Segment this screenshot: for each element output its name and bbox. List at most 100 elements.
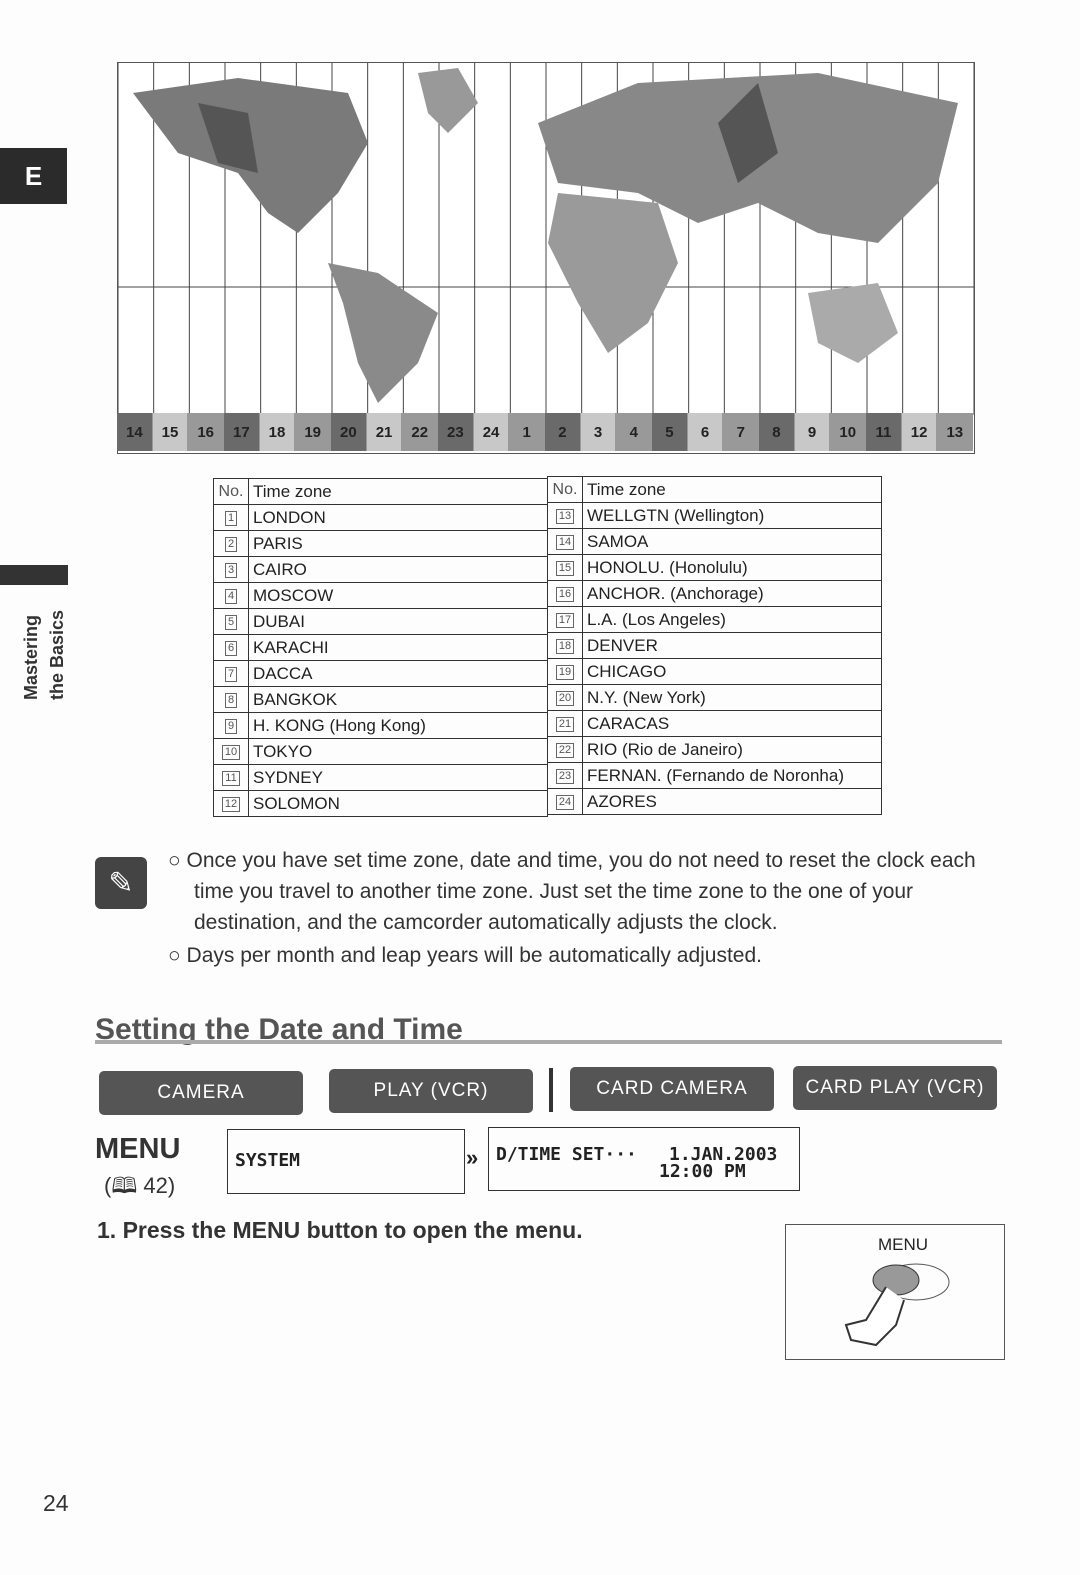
zone-cell: 2 <box>545 413 581 451</box>
table-row: 15 HONOLU. (Honolulu) <box>547 554 882 581</box>
zone-number-cell: 12 <box>213 790 249 817</box>
note-1: ○ Once you have set time zone, date and … <box>168 845 998 971</box>
menu-item: D/TIME SET··· <box>496 1144 637 1165</box>
zone-cell: 24 <box>473 413 510 451</box>
zone-name: SOLOMON <box>248 790 548 817</box>
menu-datetime-box: D/TIME SET··· 1.JAN.2003 12:00 PM <box>488 1127 800 1191</box>
time-zone-table-right: No. Time zone 13 WELLGTN (Wellington) 14 SAM… <box>547 476 882 815</box>
zone-name: TOKYO <box>248 738 548 765</box>
zone-cell: 20 <box>331 413 367 451</box>
zone-number: 5 <box>224 614 238 630</box>
world-map-image <box>117 63 975 415</box>
zone-cell: 4 <box>616 413 653 451</box>
zone-number-cell: 21 <box>547 710 583 737</box>
table-row: 14 SAMOA <box>547 528 882 555</box>
zone-name: FERNAN. (Fernando de Noronha) <box>582 762 882 789</box>
zone-name: KARACHI <box>248 634 548 661</box>
time-zone-table-left: No. Time zone 1 LONDON 2 PARIS 3 CAIRO 4 MOSCOW 5… <box>213 478 548 817</box>
menu-system-box: SYSTEM <box>227 1129 465 1194</box>
header-no: No. <box>547 476 583 503</box>
table-row: 23 FERNAN. (Fernando de Noronha) <box>547 762 882 789</box>
zone-number-cell: 17 <box>547 606 583 633</box>
table-row: 21 CARACAS <box>547 710 882 737</box>
zone-name: LONDON <box>248 504 548 531</box>
mode-camera: CAMERA <box>99 1071 303 1115</box>
arrow-right-icon: » <box>466 1145 479 1170</box>
zone-number-cell: 1 <box>213 504 249 531</box>
zone-name: CAIRO <box>248 556 548 583</box>
zone-number-cell: 4 <box>213 582 249 609</box>
zone-number: 7 <box>224 666 238 682</box>
zone-name: BANGKOK <box>248 686 548 713</box>
step-1: 1. Press the MENU button to open the men… <box>97 1217 583 1243</box>
zone-number-cell: 3 <box>213 556 249 583</box>
zone-number-cell: 10 <box>213 738 249 765</box>
note-text-1: Once you have set time zone, date and ti… <box>186 849 976 934</box>
zone-cell: 11 <box>866 413 902 451</box>
language-tab: E <box>0 148 67 204</box>
time-zone-bar: 14 15 16 17 18 19 20 21 22 23 24 1 2 3 4 5 6 7 8 9 10 11 12 13 <box>117 413 974 451</box>
table-row: 6 KARACHI <box>213 634 548 661</box>
zone-number: 19 <box>555 664 575 680</box>
zone-cell: 8 <box>759 413 795 451</box>
zone-number: 24 <box>555 794 575 810</box>
table-row: 11 SYDNEY <box>213 764 548 791</box>
zone-number: 15 <box>555 560 575 576</box>
zone-number-cell: 13 <box>547 502 583 529</box>
zone-cell: 9 <box>794 413 831 451</box>
figure-menu-label: MENU <box>878 1235 929 1254</box>
mode-divider <box>549 1068 553 1112</box>
zone-number-cell: 9 <box>213 712 249 739</box>
table-row: 13 WELLGTN (Wellington) <box>547 502 882 529</box>
zone-name: MOSCOW <box>248 582 548 609</box>
zone-number: 14 <box>555 534 575 550</box>
zone-number-cell: 2 <box>213 530 249 557</box>
zone-number: 9 <box>224 718 238 734</box>
zone-number: 21 <box>555 716 575 732</box>
zone-name: N.Y. (New York) <box>582 684 882 711</box>
zone-cell: 15 <box>152 413 189 451</box>
table-row: 7 DACCA <box>213 660 548 687</box>
zone-name: DENVER <box>582 632 882 659</box>
zone-number-cell: 14 <box>547 528 583 555</box>
zone-number-cell: 5 <box>213 608 249 635</box>
zone-cell: 23 <box>438 413 474 451</box>
zone-number-cell: 23 <box>547 762 583 789</box>
table-row: 8 BANGKOK <box>213 686 548 713</box>
zone-cell: 22 <box>402 413 439 451</box>
table-header: No. Time zone <box>547 476 882 503</box>
zone-name: DUBAI <box>248 608 548 635</box>
zone-number: 3 <box>224 562 238 578</box>
zone-number-cell: 19 <box>547 658 583 685</box>
zone-name: AZORES <box>582 788 882 815</box>
zone-name: CARACAS <box>582 710 882 737</box>
table-row: 24 AZORES <box>547 788 882 815</box>
zone-cell: 10 <box>830 413 867 451</box>
bullet-circle-icon: ○ <box>168 944 187 967</box>
zone-number-cell: 8 <box>213 686 249 713</box>
zone-cell: 5 <box>652 413 688 451</box>
table-row: 4 MOSCOW <box>213 582 548 609</box>
zone-number: 11 <box>222 770 240 786</box>
zone-name: SAMOA <box>582 528 882 555</box>
zone-number-cell: 6 <box>213 634 249 661</box>
menu-button-figure: MENU <box>785 1224 1005 1360</box>
zone-number: 17 <box>555 612 575 628</box>
zone-name: H. KONG (Hong Kong) <box>248 712 548 739</box>
note-text-2: Days per month and leap years will be au… <box>186 944 763 967</box>
zone-name: RIO (Rio de Janeiro) <box>582 736 882 763</box>
zone-name: WELLGTN (Wellington) <box>582 502 882 529</box>
page-reference: (🕮 42) <box>104 1173 176 1198</box>
mode-card-play-vcr: CARD PLAY (VCR) <box>793 1066 997 1110</box>
table-row: 22 RIO (Rio de Janeiro) <box>547 736 882 763</box>
zone-cell: 17 <box>224 413 260 451</box>
zone-name: ANCHOR. (Anchorage) <box>582 580 882 607</box>
zone-cell: 19 <box>295 413 332 451</box>
bullet-circle-icon: ○ <box>168 849 187 872</box>
zone-number: 2 <box>224 536 238 552</box>
zone-cell: 7 <box>723 413 760 451</box>
zone-cell: 1 <box>509 413 546 451</box>
zone-name: PARIS <box>248 530 548 557</box>
menu-time: 12:00 PM <box>659 1161 746 1182</box>
table-header: No. Time zone <box>213 478 548 505</box>
